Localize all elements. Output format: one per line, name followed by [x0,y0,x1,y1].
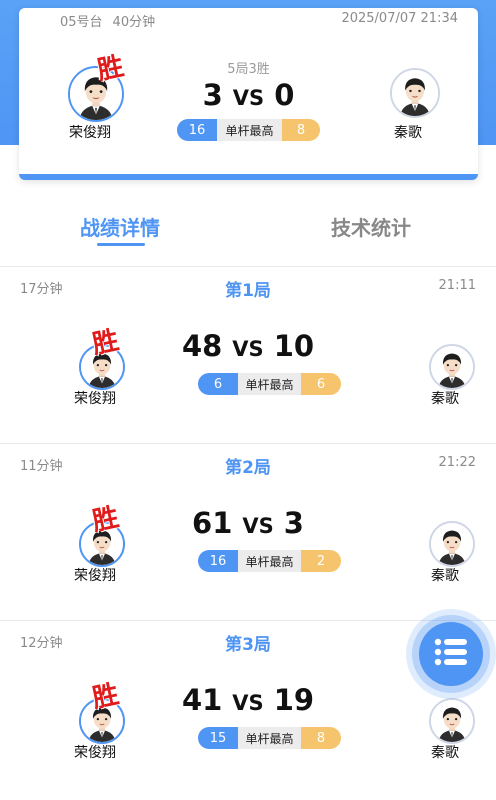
tab-match-record[interactable]: 战绩详情 [80,212,160,241]
player-name-right: 秦歌 [431,568,459,584]
round-item[interactable]: 11分钟 第2局 21:22 61 VS 3 16 单杆最高 2 胜 荣俊翔 秦歌 [0,444,496,621]
tab-bar: 战绩详情 技术统计 [0,212,496,252]
highest-break-left: 16 [198,550,238,572]
round-time: 21:11 [438,278,476,293]
round-item[interactable]: 17分钟 第1局 21:11 48 VS 10 6 单杆最高 6 胜 荣俊翔 秦歌 [0,267,496,444]
highest-break-right: 8 [282,119,320,141]
highest-break-label: 单杆最高 [238,727,301,749]
match-meta: 05号台 40分钟 [60,11,155,30]
active-tab-indicator [97,243,145,246]
highest-break-label: 单杆最高 [238,550,301,572]
vs-label: VS [232,691,264,715]
vs-label: VS [232,86,265,110]
highest-break-left: 6 [198,373,238,395]
vs-label: VS [242,514,274,538]
list-menu-icon [434,638,468,670]
highest-break-bar: 15 单杆最高 8 [198,727,341,749]
highest-break-bar: 6 单杆最高 6 [198,373,341,395]
highest-break-bar: 16 单杆最高 8 [177,119,320,141]
card-accent-bar [19,174,478,180]
round-time: 21:22 [438,455,476,470]
player-avatar-icon[interactable] [429,344,475,390]
highest-break-bar: 16 单杆最高 2 [198,550,341,572]
round-score: 61 VS 3 [0,506,496,540]
highest-break-label: 单杆最高 [238,373,301,395]
player-name-right: 秦歌 [394,125,422,141]
highest-break-left: 16 [177,119,217,141]
player-name-left: 荣俊翔 [74,568,116,584]
highest-break-right: 8 [301,727,341,749]
player-name-left: 荣俊翔 [69,125,111,141]
player-name-left: 荣俊翔 [74,391,116,407]
match-datetime: 2025/07/07 21:34 [341,11,458,26]
player-avatar-icon[interactable] [390,68,440,118]
score-left: 3 [202,78,223,112]
score-right: 0 [274,78,295,112]
player-name-left: 荣俊翔 [74,745,116,761]
highest-break-label: 单杆最高 [217,119,282,141]
player-name-right: 秦歌 [431,745,459,761]
match-summary-card: 05号台 40分钟 2025/07/07 21:34 5局3胜 3 VS 0 16 单… [19,8,478,180]
menu-fab-button[interactable] [419,622,483,686]
score-right: 10 [273,329,315,363]
highest-break-left: 15 [198,727,238,749]
player-name-right: 秦歌 [431,391,459,407]
tab-technical-stats[interactable]: 技术统计 [331,212,411,241]
player-avatar-icon[interactable] [429,698,475,744]
round-title: 第2局 [225,458,271,478]
vs-label: VS [232,337,264,361]
highest-break-right: 2 [301,550,341,572]
score-right: 3 [283,506,304,540]
score-left: 48 [181,329,223,363]
round-score: 48 VS 10 [0,329,496,363]
highest-break-right: 6 [301,373,341,395]
match-duration: 40分钟 [112,15,156,30]
score-left: 61 [192,506,233,540]
player-avatar-icon[interactable] [429,521,475,567]
score-right: 19 [273,683,315,717]
round-title: 第1局 [225,281,271,301]
score-left: 41 [181,683,223,717]
table-number: 05号台 [60,15,103,30]
match-detail-page: 05号台 40分钟 2025/07/07 21:34 5局3胜 3 VS 0 16 单… [0,0,496,800]
